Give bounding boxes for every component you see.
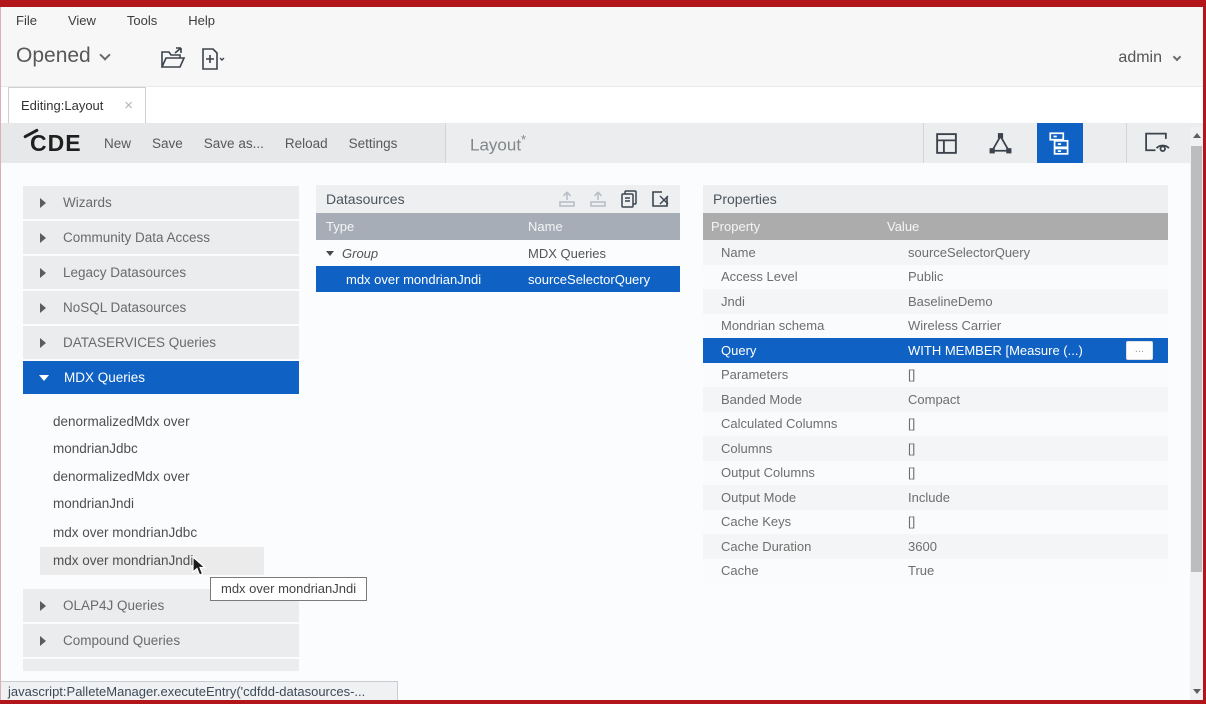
properties-panel-header: Properties [703, 185, 1168, 213]
delete-icon[interactable] [650, 189, 670, 209]
property-row-calculated-columns[interactable]: Calculated Columns[] [703, 412, 1168, 437]
property-row-mondrian-schema[interactable]: Mondrian schemaWireless Carrier [703, 314, 1168, 339]
sidebar-item-legacy-datasources[interactable]: Legacy Datasources [23, 256, 299, 289]
tab-editing-layout[interactable]: Editing:Layout × [8, 87, 146, 123]
chevron-right-icon [40, 198, 46, 208]
document-title: Layout* [470, 132, 526, 156]
datasource-entry-mdx-jndi[interactable]: mdx over mondrianJndi [40, 547, 264, 575]
property-row-name[interactable]: NamesourceSelectorQuery [703, 240, 1168, 265]
opened-dropdown[interactable]: Opened [16, 44, 109, 68]
datasources-panel: Datasources [316, 185, 680, 292]
new-button[interactable]: New [104, 136, 131, 151]
datasources-columns: Type Name [316, 213, 680, 240]
datasource-entry-denormalizedmdx-jdbc[interactable]: denormalizedMdx over mondrianJdbc [40, 408, 264, 463]
datasources-panel-header: Datasources [316, 185, 680, 213]
property-row-output-columns[interactable]: Output Columns[] [703, 461, 1168, 486]
property-row-banded-mode[interactable]: Banded ModeCompact [703, 387, 1168, 412]
sidebar-item-clipped[interactable] [23, 659, 299, 671]
sidebar-item-wizards[interactable]: Wizards [23, 186, 299, 219]
vertical-scrollbar[interactable] [1190, 127, 1203, 700]
close-icon[interactable]: × [124, 98, 133, 113]
unsaved-marker: * [521, 132, 526, 147]
chevron-right-icon [40, 338, 46, 348]
save-button[interactable]: Save [152, 136, 183, 151]
move-down-icon[interactable] [588, 190, 608, 209]
cde-toolbar: CDE New Save Save as... Reload Settings … [0, 123, 1206, 163]
reload-button[interactable]: Reload [285, 136, 328, 151]
chevron-right-icon [40, 303, 46, 313]
chevron-right-icon [40, 268, 46, 278]
scrollbar-thumb[interactable] [1191, 146, 1202, 572]
property-row-cache[interactable]: CacheTrue [703, 559, 1168, 584]
new-file-icon[interactable] [200, 47, 228, 71]
property-row-parameters[interactable]: Parameters[] [703, 363, 1168, 388]
chevron-right-icon [40, 601, 46, 611]
table-row-group[interactable]: Group MDX Queries [316, 240, 680, 266]
window-bottom-border [0, 700, 1206, 704]
user-menu[interactable]: admin [1118, 49, 1180, 67]
collapse-icon[interactable] [326, 251, 334, 256]
mouse-cursor [192, 556, 207, 577]
cde-logo: CDE [30, 130, 82, 157]
settings-button[interactable]: Settings [349, 136, 398, 151]
title-bar: Opened admin [0, 34, 1206, 87]
property-row-query[interactable]: QueryWITH MEMBER [Measure (...) ... [703, 338, 1168, 363]
column-value: Value [887, 219, 919, 234]
table-row-selected[interactable]: mdx over mondrianJndi sourceSelectorQuer… [316, 266, 680, 292]
property-row-columns[interactable]: Columns[] [703, 436, 1168, 461]
properties-columns: Property Value [703, 213, 1168, 240]
column-name: Name [528, 219, 563, 234]
hover-tooltip: mdx over mondrianJndi [210, 577, 367, 601]
tab-label: Editing:Layout [21, 98, 124, 113]
column-property: Property [703, 219, 887, 234]
property-row-cache-duration[interactable]: Cache Duration3600 [703, 534, 1168, 559]
property-row-access-level[interactable]: Access LevelPublic [703, 265, 1168, 290]
divider [923, 123, 924, 163]
menu-help[interactable]: Help [188, 13, 215, 28]
menu-file[interactable]: File [16, 13, 37, 28]
chevron-right-icon [40, 636, 46, 646]
datasources-icon[interactable] [1037, 123, 1083, 163]
sidebar-item-compound-queries[interactable]: Compound Queries [23, 624, 299, 657]
chevron-down-icon [39, 375, 49, 381]
move-up-icon[interactable] [557, 190, 577, 209]
property-row-cache-keys[interactable]: Cache Keys[] [703, 510, 1168, 535]
property-row-output-mode[interactable]: Output ModeInclude [703, 485, 1168, 510]
window-top-accent [0, 0, 1206, 7]
layout-panel-icon[interactable] [928, 126, 964, 160]
divider [445, 123, 446, 163]
tab-bar: Editing:Layout × [0, 87, 1206, 123]
preview-icon[interactable] [1138, 126, 1174, 160]
menu-bar: File View Tools Help [0, 7, 1206, 34]
sidebar-item-community-data-access[interactable]: Community Data Access [23, 221, 299, 254]
properties-panel: Properties Property Value NamesourceSele… [703, 185, 1168, 583]
duplicate-icon[interactable] [619, 189, 639, 209]
chevron-down-icon [99, 49, 110, 60]
open-file-icon[interactable] [160, 47, 186, 71]
edit-query-button[interactable]: ... [1126, 341, 1153, 360]
sidebar-item-nosql-datasources[interactable]: NoSQL Datasources [23, 291, 299, 324]
datasource-entry-mdx-jdbc[interactable]: mdx over mondrianJdbc [40, 519, 264, 546]
menu-tools[interactable]: Tools [127, 13, 157, 28]
menu-view[interactable]: View [68, 13, 96, 28]
scroll-down-icon[interactable] [1193, 689, 1201, 694]
datasource-entry-denormalizedmdx-jndi[interactable]: denormalizedMdx over mondrianJndi [40, 463, 264, 518]
chevron-down-icon [1173, 53, 1181, 61]
sidebar-item-dataservices-queries[interactable]: DATASERVICES Queries [23, 326, 299, 359]
scroll-up-icon[interactable] [1193, 133, 1201, 138]
save-as-button[interactable]: Save as... [204, 136, 264, 151]
components-graph-icon[interactable] [982, 126, 1018, 160]
toolbar-right-section [445, 123, 1206, 163]
column-type: Type [316, 219, 528, 234]
chevron-right-icon [40, 233, 46, 243]
property-row-jndi[interactable]: JndiBaselineDemo [703, 289, 1168, 314]
divider [1126, 123, 1127, 163]
sidebar-item-mdx-queries[interactable]: MDX Queries [23, 361, 299, 394]
window-left-border [0, 7, 1, 700]
